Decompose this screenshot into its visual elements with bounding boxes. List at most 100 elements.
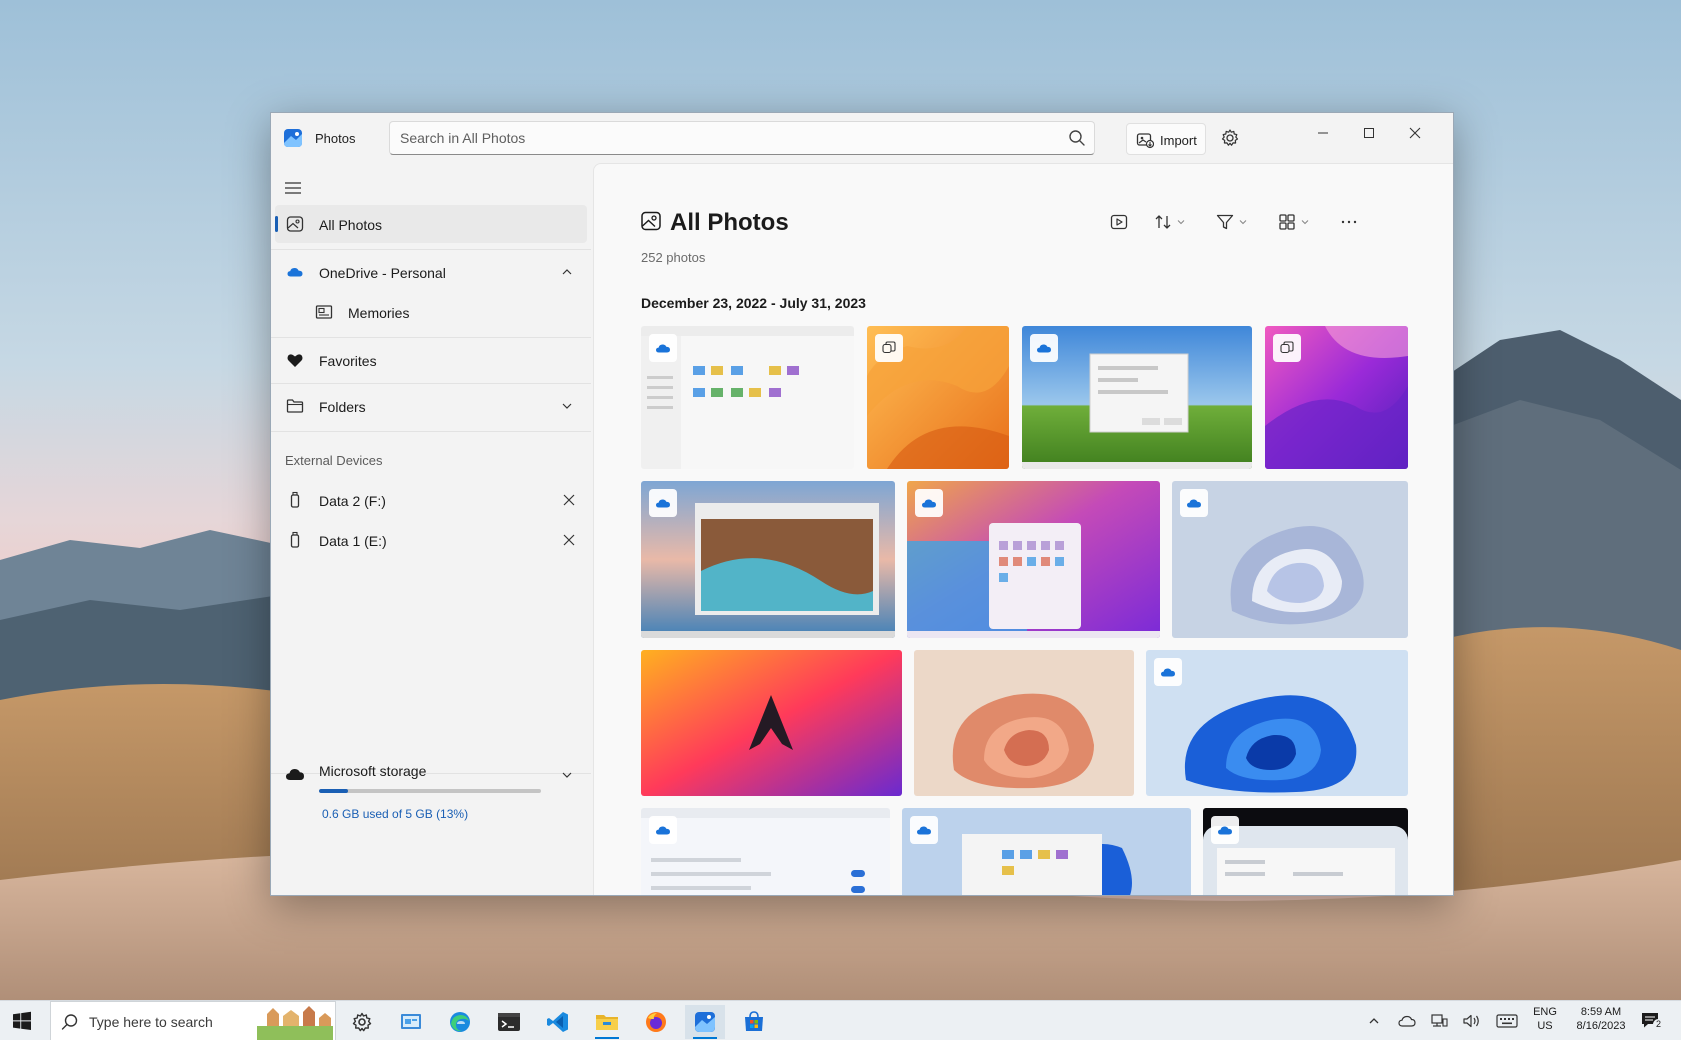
cloud-icon: [655, 497, 671, 509]
usb-drive-icon: [286, 491, 304, 509]
divider: [271, 431, 591, 432]
photo-thumbnail[interactable]: [641, 326, 854, 469]
chevron-down-icon: [1238, 217, 1248, 227]
filter-button[interactable]: [1216, 210, 1248, 234]
sidebar-item-device-data2[interactable]: Data 2 (F:): [275, 481, 587, 519]
taskbar-app-store[interactable]: [734, 1005, 774, 1039]
network-icon[interactable]: [1430, 1013, 1448, 1029]
more-options-button[interactable]: [1340, 210, 1358, 234]
cloud-icon: [655, 824, 671, 836]
chevron-down-icon[interactable]: [561, 400, 573, 412]
date-range-header: December 23, 2022 - July 31, 2023: [641, 295, 866, 311]
sidebar-item-device-data1[interactable]: Data 1 (E:): [275, 521, 587, 559]
sidebar-item-memories[interactable]: Memories: [275, 293, 587, 331]
photo-thumbnail[interactable]: [641, 481, 895, 638]
chevron-down-icon: [1176, 217, 1186, 227]
sidebar-item-folders[interactable]: Folders: [275, 387, 587, 425]
heart-icon: [286, 351, 304, 369]
settings-screenshot: [641, 808, 890, 896]
onedrive-badge: [915, 489, 943, 517]
hamburger-menu-icon[interactable]: [284, 179, 302, 197]
sidebar-item-label: Folders: [319, 399, 366, 415]
photo-thumbnail[interactable]: [1265, 326, 1408, 469]
taskbar-app-edge[interactable]: [440, 1005, 480, 1039]
chevron-up-icon[interactable]: [1368, 1015, 1380, 1027]
title-bar: Photos Import: [271, 113, 1453, 163]
layout-button[interactable]: [1278, 210, 1310, 234]
taskbar-app-file-explorer[interactable]: [587, 1005, 627, 1039]
minimize-button[interactable]: [1303, 119, 1343, 147]
photos-window: Photos Import: [270, 112, 1454, 896]
onedrive-badge: [649, 816, 677, 844]
search-icon: [61, 1013, 79, 1031]
sidebar-item-label: All Photos: [319, 217, 382, 233]
more-icon: [1340, 213, 1358, 231]
onedrive-badge: [1211, 816, 1239, 844]
sort-button[interactable]: [1154, 210, 1186, 234]
search-icon[interactable]: [1068, 129, 1086, 147]
taskbar-app-settings[interactable]: [342, 1005, 382, 1039]
photo-thumbnail[interactable]: [1146, 650, 1408, 796]
photo-thumbnail[interactable]: [867, 326, 1009, 469]
onedrive-badge: [1154, 658, 1182, 686]
layout-icon: [1278, 213, 1296, 231]
windows-start-icon[interactable]: [12, 1011, 32, 1031]
taskbar-search-box[interactable]: Type here to search: [50, 1001, 336, 1040]
photo-thumbnail[interactable]: [641, 808, 890, 896]
onedrive-tray-icon[interactable]: [1398, 1013, 1416, 1029]
photo-thumbnail[interactable]: [907, 481, 1160, 638]
maximize-button[interactable]: [1349, 119, 1389, 147]
eject-close-icon[interactable]: [561, 492, 577, 508]
photo-thumbnail[interactable]: [1203, 808, 1408, 896]
memories-icon: [315, 303, 333, 321]
taskbar-app-firefox[interactable]: [636, 1005, 676, 1039]
taskbar: Type here to search: [0, 1000, 1681, 1040]
import-label: Import: [1160, 133, 1197, 148]
search-input[interactable]: [400, 128, 1040, 148]
photo-thumbnail[interactable]: [1022, 326, 1252, 469]
photos-app-icon: [283, 128, 303, 148]
sidebar: All Photos OneDrive - Personal Memories: [271, 163, 591, 896]
explorer-bloom-screenshot: [902, 808, 1191, 896]
taskbar-app-terminal[interactable]: [489, 1005, 529, 1039]
search-highlight-illustration: [257, 1004, 333, 1040]
settings-gear-icon[interactable]: [1219, 127, 1241, 149]
filter-icon: [1216, 213, 1234, 231]
sidebar-item-onedrive[interactable]: OneDrive - Personal: [275, 253, 587, 291]
taskbar-app-control-panel[interactable]: [391, 1005, 431, 1039]
sidebar-item-all-photos[interactable]: All Photos: [275, 205, 587, 243]
storage-usage-text[interactable]: 0.6 GB used of 5 GB (13%): [322, 807, 468, 821]
external-devices-header: External Devices: [285, 453, 383, 468]
settings-icon: [351, 1011, 373, 1033]
eject-close-icon[interactable]: [561, 532, 577, 548]
photo-thumbnail[interactable]: [914, 650, 1134, 796]
import-button[interactable]: Import: [1126, 123, 1206, 155]
search-box[interactable]: [389, 121, 1095, 155]
notification-count-badge: 2: [1653, 1019, 1664, 1030]
cloud-icon: [1160, 666, 1176, 678]
close-button[interactable]: [1395, 119, 1435, 147]
import-icon: [1136, 131, 1154, 149]
control-panel-icon: [400, 1011, 422, 1033]
photo-thumbnail[interactable]: [1172, 481, 1408, 638]
chevron-up-icon[interactable]: [561, 266, 573, 278]
storage-label: Microsoft storage: [319, 763, 426, 779]
taskbar-app-vscode[interactable]: [538, 1005, 578, 1039]
clock[interactable]: 8:59 AM 8/16/2023: [1564, 1006, 1638, 1032]
language-code: ENG: [1530, 1006, 1560, 1018]
notification-center-button[interactable]: 2: [1640, 1009, 1666, 1033]
storage-progress-bar: [319, 789, 541, 793]
input-language-indicator[interactable]: ENG US: [1530, 1006, 1560, 1032]
clock-date: 8/16/2023: [1564, 1020, 1638, 1032]
slideshow-button[interactable]: [1110, 210, 1128, 234]
minimize-icon: [1317, 127, 1329, 139]
onedrive-badge: [649, 334, 677, 362]
divider: [271, 383, 591, 384]
chevron-down-icon[interactable]: [561, 769, 573, 781]
sidebar-item-favorites[interactable]: Favorites: [275, 341, 587, 379]
photo-thumbnail[interactable]: [902, 808, 1191, 896]
taskbar-app-photos[interactable]: [685, 1005, 725, 1039]
keyboard-icon[interactable]: [1496, 1014, 1518, 1028]
volume-icon[interactable]: [1462, 1013, 1482, 1029]
photo-thumbnail[interactable]: [641, 650, 902, 796]
